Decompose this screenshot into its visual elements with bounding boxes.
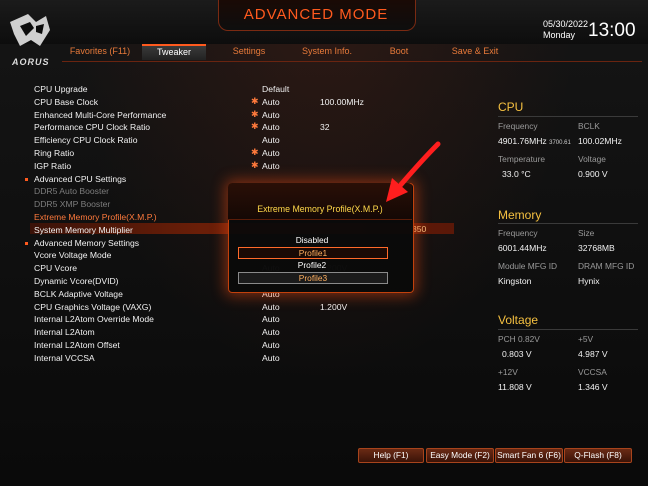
memory-size-value: 32768MB [578, 243, 615, 253]
setting-value[interactable]: Auto [262, 302, 280, 312]
setting-row[interactable]: Advanced Memory Settings [34, 238, 139, 248]
red-arrow-icon [386, 141, 441, 202]
xmp-option-disabled[interactable]: Disabled [238, 235, 386, 245]
setting-row[interactable]: IGP Ratio [34, 161, 71, 171]
pch-value: 0.803 V [502, 349, 532, 359]
tab-system-info[interactable]: System Info. [294, 46, 360, 56]
clock: 13:00 [588, 20, 636, 41]
setting-value[interactable]: Auto [262, 314, 280, 324]
setting-row[interactable]: Performance CPU Clock Ratio [34, 122, 150, 132]
cpu-bclk-value: 100.02MHz [578, 136, 622, 146]
plus12v-label: +12V [498, 367, 518, 377]
modified-star-icon: ✱ [251, 147, 259, 157]
setting-value[interactable]: Auto [262, 161, 280, 171]
setting-row[interactable]: Efficiency CPU Clock Ratio [34, 135, 137, 145]
help-button[interactable]: Help (F1) [358, 448, 424, 463]
setting-row[interactable]: DDR5 XMP Booster [34, 199, 110, 209]
pch-label: PCH 0.82V [498, 334, 540, 344]
setting-row[interactable]: System Memory Multiplier [34, 225, 133, 235]
tab-boot[interactable]: Boot [380, 46, 418, 56]
module-mfg-label: Module MFG ID [498, 261, 558, 271]
voltage-section-divider [498, 329, 638, 330]
cpu-voltage-value: 0.900 V [578, 169, 608, 179]
setting-row[interactable]: DDR5 Auto Booster [34, 186, 109, 196]
plus5v-label: +5V [578, 334, 594, 344]
page-title: ADVANCED MODE [243, 6, 389, 23]
setting-row[interactable]: Vcore Voltage Mode [34, 250, 111, 260]
tab-favorites[interactable]: Favorites (F11) [64, 46, 136, 56]
brand-label: AORUS [12, 57, 50, 67]
setting-current-value: 100.00MHz [320, 97, 364, 107]
cpu-section-title: CPU [498, 100, 524, 114]
setting-value[interactable]: Auto [262, 353, 280, 363]
xmp-option-profile3[interactable]: Profile3 [238, 272, 388, 284]
setting-value[interactable]: Auto [262, 122, 280, 132]
setting-value[interactable]: Auto [262, 148, 280, 158]
selected-row-value: 350 [412, 224, 427, 234]
submenu-bullet-icon [25, 178, 28, 181]
memory-section-title: Memory [498, 208, 542, 222]
memory-frequency-value: 6001.44MHz [498, 243, 547, 253]
modified-star-icon: ✱ [251, 109, 259, 119]
setting-row[interactable]: BCLK Adaptive Voltage [34, 289, 123, 299]
cpu-temperature-label: Temperature [498, 154, 546, 164]
setting-row[interactable]: Internal L2Atom Override Mode [34, 314, 154, 324]
modified-star-icon: ✱ [251, 96, 259, 106]
modified-star-icon: ✱ [251, 121, 259, 131]
xmp-option-profile2[interactable]: Profile2 [238, 260, 386, 270]
setting-row[interactable]: Dynamic Vcore(DVID) [34, 276, 119, 286]
vccsa-label: VCCSA [578, 367, 607, 377]
modified-star-icon: ✱ [251, 160, 259, 170]
tabs-underline [62, 61, 642, 62]
setting-value[interactable]: Auto [262, 340, 280, 350]
cpu-section-divider [498, 116, 638, 117]
voltage-section-title: Voltage [498, 313, 539, 327]
module-mfg-value: Kingston [498, 276, 532, 286]
setting-row[interactable]: Internal L2Atom [34, 327, 95, 337]
day-label: Monday [543, 30, 576, 40]
setting-value[interactable]: Default [262, 84, 289, 94]
setting-row[interactable]: Advanced CPU Settings [34, 174, 126, 184]
cpu-frequency-value: 4901.76MHz 3700.61 [498, 136, 571, 146]
submenu-bullet-icon [25, 242, 28, 245]
date-label: 05/30/2022 [543, 19, 589, 29]
setting-value[interactable]: Auto [262, 110, 280, 120]
memory-section-divider [498, 223, 638, 224]
cpu-temperature-value: 33.0 °C [502, 169, 531, 179]
setting-value[interactable]: Auto [262, 327, 280, 337]
easy-mode-button[interactable]: Easy Mode (F2) [426, 448, 494, 463]
plus12v-value: 11.808 V [498, 382, 532, 392]
q-flash-button[interactable]: Q-Flash (F8) [564, 448, 632, 463]
tab-tweaker[interactable]: Tweaker [142, 44, 206, 60]
vccsa-value: 1.346 V [578, 382, 608, 392]
tab-settings[interactable]: Settings [222, 46, 276, 56]
setting-current-value: 32 [320, 122, 330, 132]
plus5v-value: 4.987 V [578, 349, 608, 359]
setting-current-value: 1.200V [320, 302, 348, 312]
setting-row[interactable]: CPU Base Clock [34, 97, 98, 107]
setting-row[interactable]: Ring Ratio [34, 148, 74, 158]
tab-save-exit[interactable]: Save & Exit [446, 46, 504, 56]
setting-row[interactable]: Internal L2Atom Offset [34, 340, 120, 350]
setting-row[interactable]: CPU Upgrade [34, 84, 88, 94]
dram-mfg-label: DRAM MFG ID [578, 261, 635, 271]
setting-row[interactable]: CPU Graphics Voltage (VAXG) [34, 302, 151, 312]
xmp-option-profile1[interactable]: Profile1 [238, 247, 388, 259]
cpu-frequency-label: Frequency [498, 121, 538, 131]
memory-size-label: Size [578, 228, 595, 238]
smart-fan-button[interactable]: Smart Fan 6 (F6) [495, 448, 563, 463]
cpu-voltage-label: Voltage [578, 154, 606, 164]
setting-row[interactable]: Internal VCCSA [34, 353, 95, 363]
cpu-bclk-label: BCLK [578, 121, 600, 131]
setting-value[interactable]: Auto [262, 135, 280, 145]
memory-frequency-label: Frequency [498, 228, 538, 238]
setting-value[interactable]: Auto [262, 97, 280, 107]
dram-mfg-value: Hynix [578, 276, 600, 286]
setting-row[interactable]: CPU Vcore [34, 263, 77, 273]
setting-row[interactable]: Extreme Memory Profile(X.M.P.) [34, 212, 157, 222]
setting-row[interactable]: Enhanced Multi-Core Performance [34, 110, 166, 120]
